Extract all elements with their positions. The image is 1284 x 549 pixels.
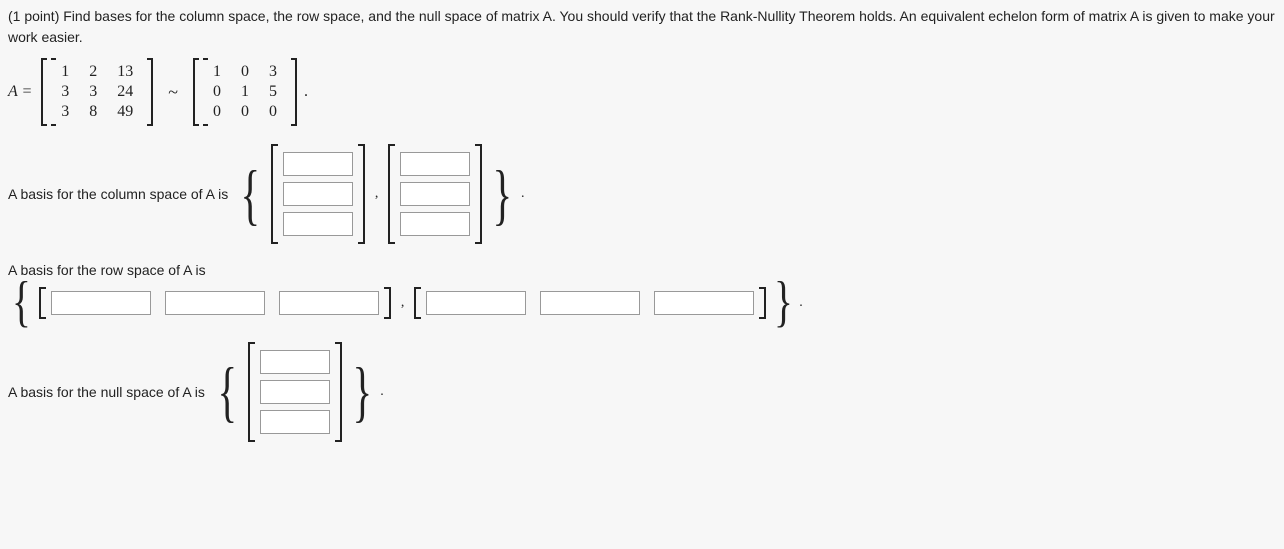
matrix-equation: A = 1213 3324 3849 ~ 103 015 000 . [8, 58, 1276, 126]
matrix-A-label: A = [8, 83, 32, 101]
echelon-cell: 3 [259, 62, 287, 82]
colspace-v2-entry1[interactable] [400, 152, 470, 176]
colspace-v1-entry3[interactable] [283, 212, 353, 236]
column-space-row: A basis for the column space of A is { ,… [8, 144, 1276, 244]
null-vector-1 [248, 342, 342, 442]
matrix-A-cell: 3 [51, 102, 79, 122]
rowspace-v1-entry2[interactable] [165, 291, 265, 315]
rowspace-v2-entry3[interactable] [654, 291, 754, 315]
matrix-A-cell: 2 [79, 62, 107, 82]
tilde-symbol: ~ [168, 82, 178, 103]
rowspace-v2-entry1[interactable] [426, 291, 526, 315]
brace-close: } [493, 174, 513, 215]
colspace-v2-entry2[interactable] [400, 182, 470, 206]
colspace-v1-entry1[interactable] [283, 152, 353, 176]
row-vector-2 [414, 287, 766, 319]
brace-open: { [217, 371, 237, 412]
question-text: (1 point) Find bases for the column spac… [8, 6, 1276, 48]
row-vector-1 [39, 287, 391, 319]
echelon-cell: 5 [259, 82, 287, 102]
matrix-A-cell: 3 [79, 82, 107, 102]
nullspace-v1-entry2[interactable] [260, 380, 330, 404]
comma: , [401, 295, 405, 311]
echelon-cell: 0 [231, 102, 259, 122]
matrix-A-cell: 8 [79, 102, 107, 122]
nullspace-v1-entry1[interactable] [260, 350, 330, 374]
matrix-A-cell: 49 [107, 102, 143, 122]
period: . [380, 384, 384, 400]
echelon-cell: 1 [231, 82, 259, 102]
rowspace-v1-entry1[interactable] [51, 291, 151, 315]
matrix-A-cell: 13 [107, 62, 143, 82]
period: . [799, 295, 803, 311]
column-vector-2 [388, 144, 482, 244]
echelon-matrix: 103 015 000 [193, 58, 297, 126]
matrix-A: 1213 3324 3849 [41, 58, 153, 126]
row-space-label: A basis for the row space of A is [8, 262, 1270, 278]
colspace-v1-entry2[interactable] [283, 182, 353, 206]
rowspace-v1-entry3[interactable] [279, 291, 379, 315]
matrix-A-cell: 24 [107, 82, 143, 102]
null-space-label: A basis for the null space of A is [8, 384, 205, 400]
row-space-block: A basis for the row space of A is { , } … [8, 262, 1276, 320]
column-vector-1 [271, 144, 365, 244]
brace-open: { [12, 286, 31, 320]
echelon-cell: 1 [203, 62, 231, 82]
comma: , [375, 186, 379, 202]
brace-close: } [774, 286, 793, 320]
matrix-A-cell: 1 [51, 62, 79, 82]
brace-open: { [241, 174, 261, 215]
echelon-cell: 0 [203, 82, 231, 102]
echelon-cell: 0 [259, 102, 287, 122]
column-space-label: A basis for the column space of A is [8, 186, 228, 202]
nullspace-v1-entry3[interactable] [260, 410, 330, 434]
brace-close: } [352, 371, 372, 412]
null-space-row: A basis for the null space of A is { } . [8, 342, 1276, 442]
matrix-A-cell: 3 [51, 82, 79, 102]
period: . [521, 186, 525, 202]
echelon-cell: 0 [203, 102, 231, 122]
echelon-cell: 0 [231, 62, 259, 82]
rowspace-v2-entry2[interactable] [540, 291, 640, 315]
colspace-v2-entry3[interactable] [400, 212, 470, 236]
period: . [304, 83, 308, 101]
